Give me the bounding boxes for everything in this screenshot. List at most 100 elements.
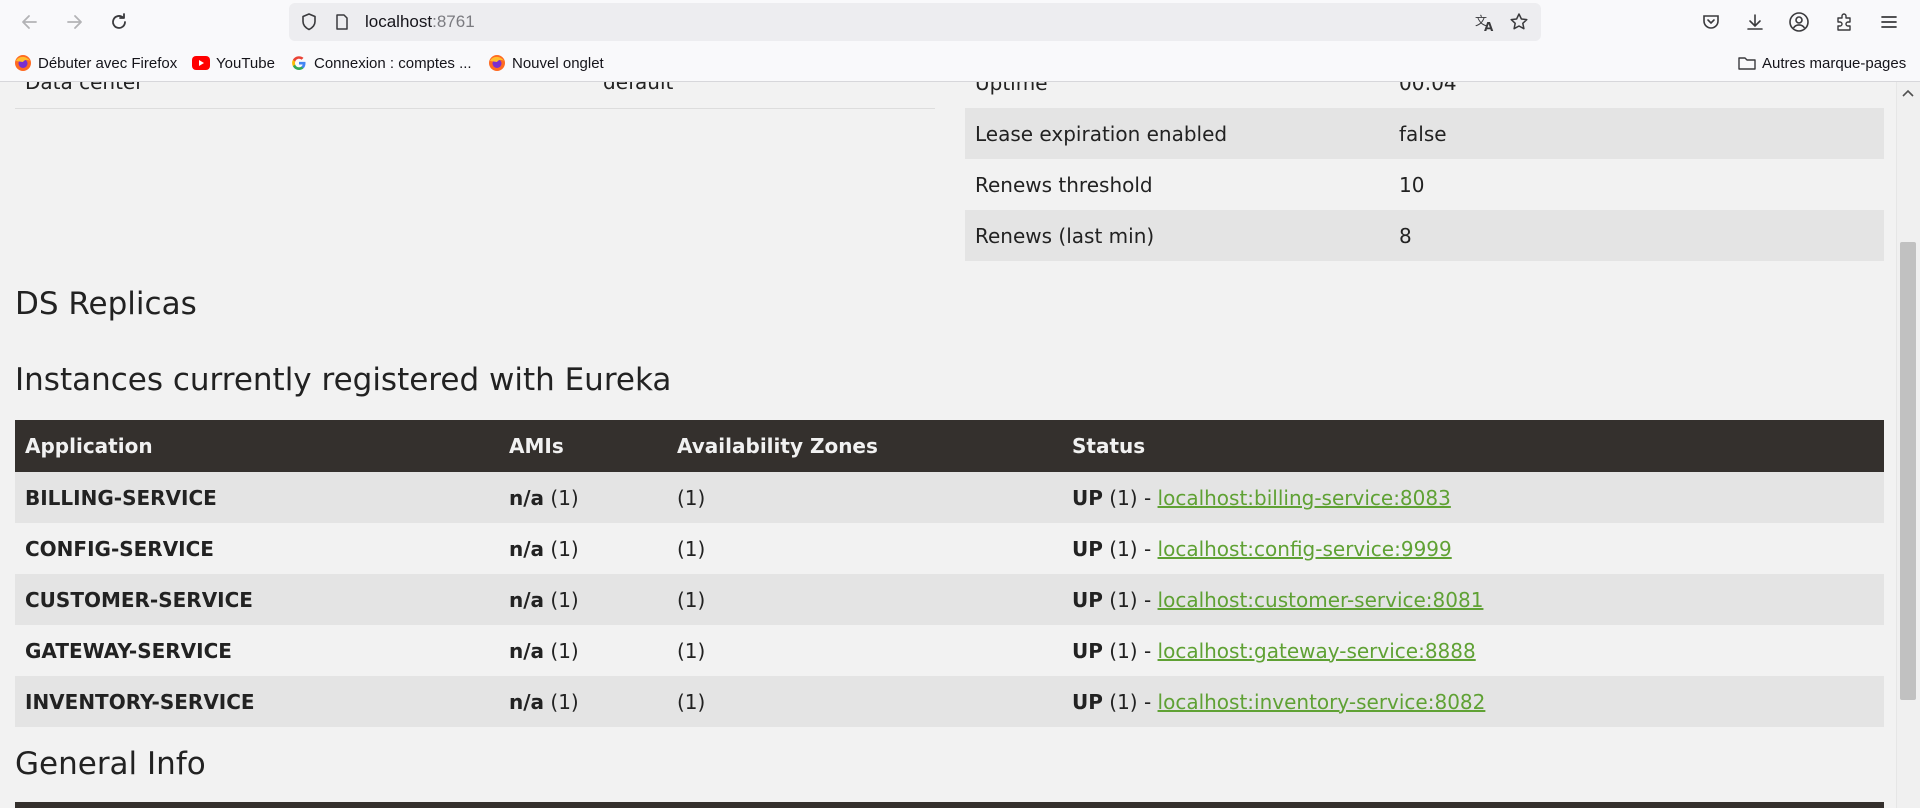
amis-cell: n/a (1) bbox=[499, 676, 667, 727]
amis-cell: n/a (1) bbox=[499, 574, 667, 625]
pocket-button[interactable] bbox=[1696, 7, 1726, 37]
column-header-status: Status bbox=[1062, 420, 1884, 472]
url-bar[interactable]: localhost:8761 文A bbox=[289, 3, 1541, 41]
bookmark-youtube[interactable]: YouTube bbox=[192, 52, 275, 74]
chevron-up-icon[interactable] bbox=[1901, 88, 1915, 98]
table-row: Lease expiration enabled false bbox=[965, 108, 1884, 159]
account-button[interactable] bbox=[1784, 7, 1814, 37]
other-bookmarks[interactable]: Autres marque-pages bbox=[1738, 52, 1906, 74]
firefox-icon bbox=[14, 54, 32, 72]
zones-cell: (1) bbox=[677, 587, 706, 612]
status-label: Renews (last min) bbox=[975, 223, 1155, 248]
instance-link[interactable]: localhost:config-service:9999 bbox=[1158, 537, 1452, 561]
application-name: INVENTORY-SERVICE bbox=[25, 689, 255, 714]
zones-cell: (1) bbox=[677, 638, 706, 663]
status-label: Uptime bbox=[975, 82, 1048, 95]
firefox-icon bbox=[488, 54, 506, 72]
bookmark-label: Connexion : comptes ... bbox=[314, 54, 472, 72]
scrollbar-thumb[interactable] bbox=[1900, 242, 1916, 700]
status-count: (1) - bbox=[1109, 536, 1152, 561]
status-label: Renews threshold bbox=[975, 172, 1153, 197]
instances-title: Instances currently registered with Eure… bbox=[15, 362, 672, 398]
application-name: CONFIG-SERVICE bbox=[25, 536, 214, 561]
column-header-amis: AMIs bbox=[499, 420, 667, 472]
bookmark-firefox[interactable]: Débuter avec Firefox bbox=[14, 52, 177, 74]
application-name: CUSTOMER-SERVICE bbox=[25, 587, 253, 612]
ami-count: (1) bbox=[550, 485, 579, 510]
table-row: Renews threshold 10 bbox=[965, 159, 1884, 210]
star-icon[interactable] bbox=[1507, 10, 1531, 34]
menu-button[interactable] bbox=[1874, 7, 1904, 37]
column-header-application: Application bbox=[15, 420, 499, 472]
status-up: UP bbox=[1072, 689, 1103, 714]
status-up: UP bbox=[1072, 587, 1103, 612]
bookmarks-bar: Débuter avec Firefox YouTube Connexion :… bbox=[0, 44, 1920, 82]
zones-cell: (1) bbox=[677, 536, 706, 561]
status-cell: UP (1) - localhost:customer-service:8081 bbox=[1062, 574, 1884, 625]
ami-label: n/a bbox=[509, 536, 545, 561]
status-cell: UP (1) - localhost:gateway-service:8888 bbox=[1062, 625, 1884, 676]
menu-icon bbox=[1881, 16, 1897, 28]
pocket-icon bbox=[1703, 15, 1719, 29]
status-value: 00:04 bbox=[1399, 82, 1457, 95]
instance-link[interactable]: localhost:customer-service:8081 bbox=[1158, 588, 1484, 612]
bookmark-new-tab[interactable]: Nouvel onglet bbox=[488, 52, 604, 74]
page-viewport: Data center default Uptime 00:04 Lease e… bbox=[0, 82, 1920, 808]
table-row: INVENTORY-SERVICE n/a (1) (1) UP (1) - l… bbox=[15, 676, 1884, 727]
forward-button[interactable] bbox=[58, 6, 90, 38]
instance-link[interactable]: localhost:inventory-service:8082 bbox=[1158, 690, 1486, 714]
url-text[interactable]: localhost:8761 bbox=[365, 12, 475, 32]
status-cell: UP (1) - localhost:config-service:9999 bbox=[1062, 523, 1884, 574]
status-label: Data center bbox=[25, 82, 144, 95]
download-icon bbox=[1747, 14, 1763, 30]
status-count: (1) - bbox=[1109, 485, 1152, 510]
back-arrow-icon bbox=[22, 15, 37, 29]
instance-link[interactable]: localhost:gateway-service:8888 bbox=[1158, 639, 1476, 663]
status-up: UP bbox=[1072, 536, 1103, 561]
bookmark-label: Nouvel onglet bbox=[512, 54, 604, 72]
status-label: Lease expiration enabled bbox=[975, 121, 1228, 146]
amis-cell: n/a (1) bbox=[499, 625, 667, 676]
table-row: BILLING-SERVICE n/a (1) (1) UP (1) - loc… bbox=[15, 472, 1884, 523]
ami-count: (1) bbox=[550, 587, 579, 612]
bookmark-google[interactable]: Connexion : comptes ... bbox=[290, 52, 472, 74]
google-icon bbox=[290, 54, 308, 72]
vertical-scrollbar[interactable] bbox=[1896, 82, 1920, 808]
column-header-zones: Availability Zones bbox=[667, 420, 1062, 472]
reload-icon bbox=[112, 13, 126, 29]
bookmark-label: YouTube bbox=[216, 54, 275, 72]
status-value: 10 bbox=[1399, 172, 1425, 197]
status-value: 8 bbox=[1399, 223, 1412, 248]
bookmark-label: Débuter avec Firefox bbox=[38, 54, 178, 72]
extensions-button[interactable] bbox=[1829, 7, 1859, 37]
shield-icon[interactable] bbox=[297, 10, 321, 34]
back-button[interactable] bbox=[14, 6, 46, 38]
table-row: CUSTOMER-SERVICE n/a (1) (1) UP (1) - lo… bbox=[15, 574, 1884, 625]
page-icon[interactable] bbox=[330, 10, 354, 34]
youtube-icon bbox=[192, 54, 210, 72]
zones-cell: (1) bbox=[677, 689, 706, 714]
ami-label: n/a bbox=[509, 587, 545, 612]
table-row: Data center default bbox=[15, 82, 935, 108]
ami-label: n/a bbox=[509, 638, 545, 663]
status-up: UP bbox=[1072, 485, 1103, 510]
translate-icon[interactable]: 文A bbox=[1473, 10, 1497, 34]
ds-replicas-title: DS Replicas bbox=[15, 286, 197, 322]
table-row: CONFIG-SERVICE n/a (1) (1) UP (1) - loca… bbox=[15, 523, 1884, 574]
instance-link[interactable]: localhost:billing-service:8083 bbox=[1158, 486, 1451, 510]
forward-arrow-icon bbox=[67, 15, 82, 29]
status-cell: UP (1) - localhost:billing-service:8083 bbox=[1062, 472, 1884, 523]
status-table-left: Data center default bbox=[15, 82, 935, 109]
application-name: GATEWAY-SERVICE bbox=[25, 638, 232, 663]
url-port: :8761 bbox=[432, 12, 475, 31]
reload-button[interactable] bbox=[103, 6, 135, 38]
ami-label: n/a bbox=[509, 485, 545, 510]
ami-label: n/a bbox=[509, 689, 545, 714]
status-value: default bbox=[603, 82, 674, 95]
status-cell: UP (1) - localhost:inventory-service:808… bbox=[1062, 676, 1884, 727]
status-count: (1) - bbox=[1109, 689, 1152, 714]
table-header-row: Application AMIs Availability Zones Stat… bbox=[15, 420, 1884, 472]
downloads-button[interactable] bbox=[1740, 7, 1770, 37]
general-info-table-header bbox=[15, 802, 1884, 808]
ami-count: (1) bbox=[550, 536, 579, 561]
